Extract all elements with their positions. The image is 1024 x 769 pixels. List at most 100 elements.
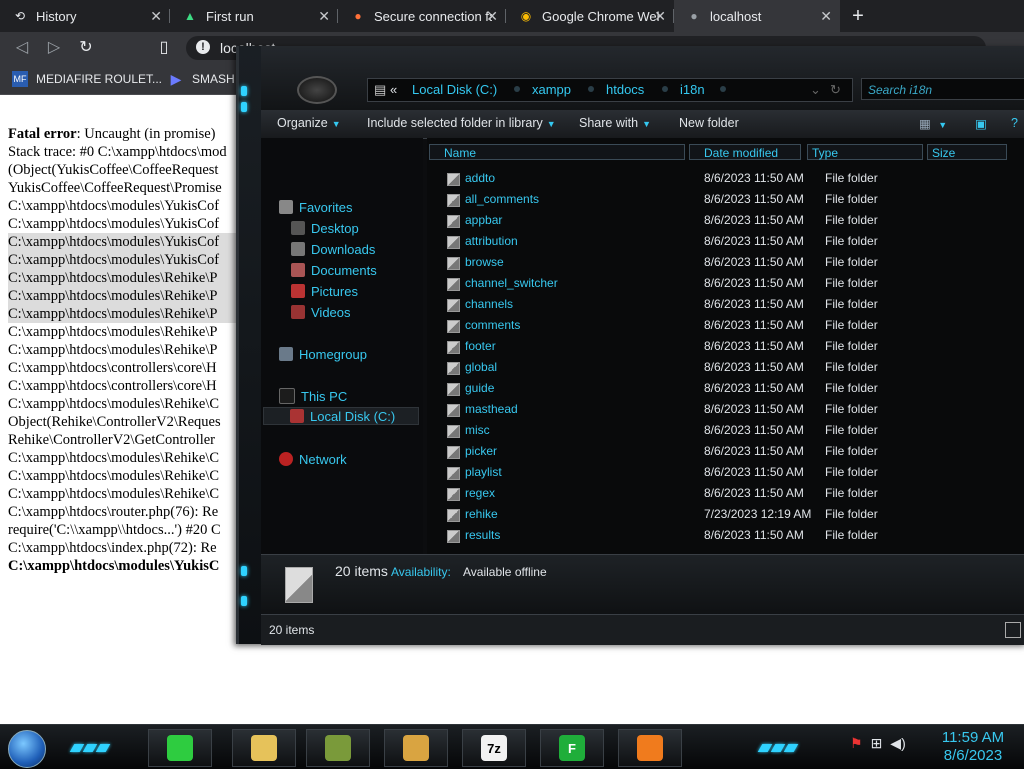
taskbar-app-button[interactable]: 7z	[462, 729, 526, 767]
nav-network[interactable]: Network	[279, 450, 347, 468]
nav-homegroup[interactable]: Homegroup	[279, 345, 367, 363]
bookmark-star-button[interactable]: ▯	[154, 38, 174, 58]
file-row[interactable]: channel_switcher 8/6/2023 11:50 AM File fo…	[427, 273, 1024, 294]
explorer-address-bar[interactable]: ▤ « Local Disk (C:) xampp htdocs i18n ⌄ …	[367, 78, 853, 102]
breadcrumb-overflow[interactable]: «	[390, 82, 397, 97]
tab-secure-connection[interactable]: ● Secure connection fa ✕	[338, 0, 506, 32]
file-date: 7/23/2023 12:19 AM	[704, 507, 812, 521]
taskbar-app-button[interactable]: F	[540, 729, 604, 767]
file-date: 8/6/2023 11:50 AM	[704, 213, 804, 227]
column-header-date[interactable]: Date modified	[689, 144, 801, 160]
file-name: browse	[465, 255, 504, 269]
file-row[interactable]: browse 8/6/2023 11:50 AM File folder	[427, 252, 1024, 273]
breadcrumb-xampp[interactable]: xampp	[532, 82, 571, 97]
file-row[interactable]: regex 8/6/2023 11:50 AM File folder	[427, 483, 1024, 504]
close-icon[interactable]: ✕	[318, 8, 330, 25]
details-view-icon[interactable]	[1005, 622, 1021, 638]
taskbar-app-button[interactable]	[306, 729, 370, 767]
refresh-icon[interactable]: ↻	[830, 82, 841, 98]
taskbar-app-button[interactable]	[148, 729, 212, 767]
flag-icon[interactable]: ⚑	[850, 735, 863, 752]
close-icon[interactable]: ✕	[150, 8, 162, 25]
organize-button[interactable]: Organize ▼	[277, 116, 341, 130]
system-clock[interactable]: 11:59 AM 8/6/2023	[930, 729, 1016, 765]
reload-button[interactable]: ↻	[76, 38, 96, 58]
column-header-size[interactable]: Size	[927, 144, 1007, 160]
file-row[interactable]: addto 8/6/2023 11:50 AM File folder	[427, 168, 1024, 189]
tab-chrome-welcome[interactable]: ◉ Google Chrome Wel ✕	[506, 0, 674, 32]
file-type: File folder	[825, 381, 878, 395]
file-explorer-window[interactable]: ▤ « Local Disk (C:) xampp htdocs i18n ⌄ …	[236, 46, 1024, 645]
taskbar-app-button[interactable]	[384, 729, 448, 767]
back-forward-orb-icon[interactable]	[297, 76, 337, 104]
file-row[interactable]: all_comments 8/6/2023 11:50 AM File folder	[427, 189, 1024, 210]
help-icon[interactable]: ?	[1011, 116, 1018, 130]
taskbar-app-button[interactable]	[232, 729, 296, 767]
bookmark-mediafire[interactable]: MF MEDIAFIRE ROULET...	[12, 70, 162, 88]
tab-first-run[interactable]: ▲ First run ✕	[170, 0, 338, 32]
preview-pane-icon[interactable]: ▣	[975, 116, 987, 131]
file-row[interactable]: attribution 8/6/2023 11:50 AM File folder	[427, 231, 1024, 252]
breadcrumb-local-disk[interactable]: Local Disk (C:)	[412, 82, 497, 97]
file-list: Name Date modified Type Size addto 8/6/20…	[427, 138, 1024, 554]
volume-icon[interactable]: ◀)	[890, 735, 905, 752]
file-row[interactable]: picker 8/6/2023 11:50 AM File folder	[427, 441, 1024, 462]
error-line: Rehike\ControllerV2\GetController	[8, 432, 215, 448]
nav-favorites[interactable]: Favorites	[279, 198, 352, 216]
file-name: results	[465, 528, 501, 542]
nav-desktop[interactable]: Desktop	[291, 219, 359, 237]
taskbar-app-button[interactable]	[618, 729, 682, 767]
nav-local-disk[interactable]: Local Disk (C:)	[263, 407, 419, 425]
file-row[interactable]: comments 8/6/2023 11:50 AM File folder	[427, 315, 1024, 336]
file-name: attribution	[465, 234, 518, 248]
nav-this-pc[interactable]: This PC	[279, 387, 347, 405]
folder-icon	[447, 362, 460, 375]
share-with-button[interactable]: Share with ▼	[579, 116, 651, 130]
nav-pictures[interactable]: Pictures	[291, 282, 358, 300]
tab-history[interactable]: ⟲ History ✕	[0, 0, 170, 32]
error-line: Object(Rehike\ControllerV2\Reques	[8, 414, 221, 430]
file-row[interactable]: rehike 7/23/2023 12:19 AM File folder	[427, 504, 1024, 525]
tab-localhost[interactable]: ● localhost ✕	[674, 0, 840, 32]
breadcrumb-htdocs[interactable]: htdocs	[606, 82, 644, 97]
file-date: 8/6/2023 11:50 AM	[704, 276, 804, 290]
start-button[interactable]	[8, 730, 46, 768]
view-options-icon[interactable]: ▦ ▼	[919, 116, 947, 131]
new-folder-button[interactable]: New folder	[679, 116, 739, 130]
file-row[interactable]: masthead 8/6/2023 11:50 AM File folder	[427, 399, 1024, 420]
dropdown-icon[interactable]: ⌄	[810, 82, 821, 98]
forward-button[interactable]: ▷	[44, 38, 64, 58]
file-row[interactable]: misc 8/6/2023 11:50 AM File folder	[427, 420, 1024, 441]
error-line: C:\xampp\htdocs\modules\Rehike\P	[8, 305, 244, 323]
file-row[interactable]: playlist 8/6/2023 11:50 AM File folder	[427, 462, 1024, 483]
folder-icon	[447, 257, 460, 270]
folder-icon	[447, 173, 460, 186]
new-tab-button[interactable]: +	[846, 4, 870, 28]
file-row[interactable]: results 8/6/2023 11:50 AM File folder	[427, 525, 1024, 546]
error-line: Stack trace: #0 C:\xampp\htdocs\mod	[8, 144, 227, 160]
close-icon[interactable]: ✕	[486, 8, 498, 25]
site-info-icon[interactable]: !	[196, 40, 210, 54]
include-in-library-button[interactable]: Include selected folder in library ▼	[367, 116, 556, 130]
network-icon[interactable]: ⊞	[871, 735, 883, 752]
close-icon[interactable]: ✕	[820, 8, 832, 25]
nav-downloads[interactable]: Downloads	[291, 240, 375, 258]
column-header-name[interactable]: Name	[429, 144, 685, 160]
file-type: File folder	[825, 234, 878, 248]
close-icon[interactable]: ✕	[654, 8, 666, 25]
back-button[interactable]: ◁	[12, 38, 32, 58]
file-name: all_comments	[465, 192, 540, 206]
file-row[interactable]: appbar 8/6/2023 11:50 AM File folder	[427, 210, 1024, 231]
nav-documents[interactable]: Documents	[291, 261, 377, 279]
file-row[interactable]: global 8/6/2023 11:50 AM File folder	[427, 357, 1024, 378]
breadcrumb-i18n[interactable]: i18n	[680, 82, 705, 97]
nav-videos[interactable]: Videos	[291, 303, 351, 321]
file-row[interactable]: footer 8/6/2023 11:50 AM File folder	[427, 336, 1024, 357]
folder-icon	[447, 509, 460, 522]
column-header-type[interactable]: Type	[807, 144, 923, 160]
file-row[interactable]: channels 8/6/2023 11:50 AM File folder	[427, 294, 1024, 315]
explorer-search-input[interactable]: Search i18n	[861, 78, 1024, 100]
bookmark-smash[interactable]: ▶ SMASH	[168, 70, 235, 88]
file-row[interactable]: guide 8/6/2023 11:50 AM File folder	[427, 378, 1024, 399]
availability-label: Availability:	[391, 565, 451, 579]
